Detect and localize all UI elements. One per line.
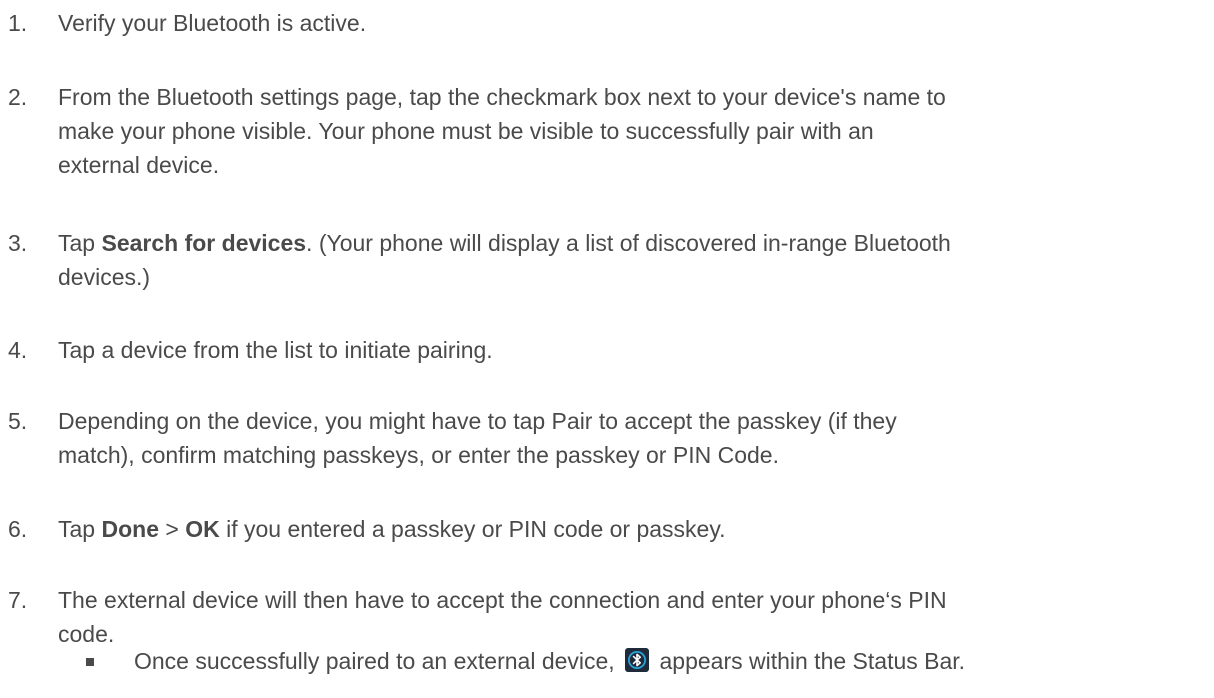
step-text-line: match), confirm matching passkeys, or en… xyxy=(58,442,779,468)
step-text-line: devices.) xyxy=(58,264,151,290)
step-number: 7. xyxy=(8,587,28,613)
bullet-item: Once successfully paired to an external … xyxy=(0,644,1214,684)
step-number: 5. xyxy=(8,408,28,434)
step-text: Verify your Bluetooth is active. xyxy=(58,10,367,36)
step-text-suffix: . (Your phone will display a list of dis… xyxy=(306,230,951,256)
step-text-line: The external device will then have to ac… xyxy=(58,587,947,613)
step-number: 6. xyxy=(8,516,28,542)
ok-label: OK xyxy=(185,516,220,542)
step-number: 3. xyxy=(8,230,28,256)
instructions-document: 1. Verify your Bluetooth is active. 2. F… xyxy=(0,0,1214,698)
done-label: Done xyxy=(101,516,159,542)
search-for-devices-label: Search for devices xyxy=(101,230,307,256)
step-text-suffix: if you entered a passkey or PIN code or … xyxy=(219,516,726,542)
bullet-text-before: Once successfully paired to an external … xyxy=(134,648,622,674)
step-text-separator: > xyxy=(158,516,186,542)
step-text: Tap a device from the list to initiate p… xyxy=(58,337,493,363)
step-text-line: From the Bluetooth settings page, tap th… xyxy=(58,84,946,110)
step-number: 4. xyxy=(8,337,28,363)
bluetooth-icon xyxy=(625,647,650,672)
step-text-prefix: Tap xyxy=(58,230,102,256)
bullet-text-after: appears within the Status Bar. xyxy=(653,648,966,674)
step-text-line: external device. xyxy=(58,152,220,178)
step-number: 1. xyxy=(8,10,28,36)
step-number: 2. xyxy=(8,84,28,110)
step-text-line: Tap Done > OK if you entered a passkey o… xyxy=(58,512,1208,546)
square-bullet-icon xyxy=(86,658,94,666)
step-text-prefix: Tap xyxy=(58,516,102,542)
step-text-line: Depending on the device, you might have … xyxy=(58,408,897,434)
step-text-line: Tap Search for devices. (Your phone will… xyxy=(58,226,1208,260)
step-text-line: make your phone visible. Your phone must… xyxy=(58,118,874,144)
